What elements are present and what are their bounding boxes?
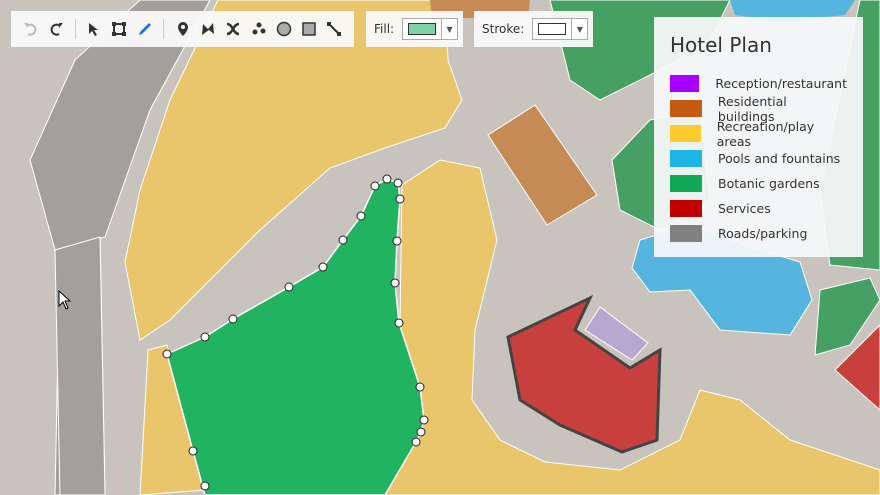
connector-icon	[327, 22, 342, 36]
stroke-label: Stroke:	[482, 22, 525, 36]
transform-tool[interactable]	[108, 16, 131, 42]
select-icon	[89, 23, 99, 36]
chevron-down-icon: ▼	[571, 19, 587, 39]
drawing-toolbar	[11, 11, 354, 47]
polygon-icon	[202, 23, 214, 35]
legend-item: Residential buildings	[670, 94, 847, 124]
points-tool[interactable]	[247, 16, 270, 42]
fill-label: Fill:	[374, 22, 395, 36]
ellipse-tool[interactable]	[272, 16, 295, 42]
undo-button[interactable]	[19, 16, 42, 42]
stroke-swatch	[538, 23, 567, 35]
split-icon	[227, 22, 240, 36]
rectangle-tool[interactable]	[297, 16, 320, 42]
legend-item: Reception/restaurant	[670, 71, 847, 96]
fill-control: Fill: ▼	[366, 11, 463, 47]
legend-swatch	[670, 200, 702, 217]
split-tool[interactable]	[222, 16, 245, 42]
marker-tool[interactable]	[171, 16, 194, 42]
divider	[74, 19, 76, 39]
rectangle-icon	[302, 22, 316, 36]
legend-label: Services	[718, 201, 771, 216]
legend-label: Recreation/play areas	[716, 118, 815, 149]
stroke-color-picker[interactable]: ▼	[532, 18, 589, 40]
connector-tool[interactable]	[323, 16, 346, 42]
legend-swatch	[670, 100, 702, 117]
transform-icon	[112, 22, 127, 36]
legend-label: Reception/restaurant	[715, 76, 847, 91]
chevron-down-icon: ▼	[441, 19, 457, 39]
legend-label: Pools and fountains	[718, 151, 841, 166]
legend-item: Pools and fountains	[670, 146, 847, 171]
polygon-tool[interactable]	[196, 16, 219, 42]
stroke-control: Stroke: ▼	[474, 11, 593, 47]
legend-item: Botanic gardens	[670, 171, 847, 196]
legend-label: Roads/parking	[718, 226, 808, 241]
undo-icon	[23, 23, 37, 36]
divider	[163, 19, 165, 39]
draw-tool[interactable]	[133, 16, 156, 42]
legend-item: Recreation/play areas	[670, 118, 847, 149]
pencil-icon	[138, 23, 151, 35]
legend-item: Roads/parking	[670, 221, 847, 246]
legend-title: Hotel Plan	[670, 33, 772, 57]
road-area[interactable]	[54, 236, 106, 495]
points-icon	[252, 22, 266, 35]
legend-label: Botanic gardens	[718, 176, 820, 191]
legend-swatch	[670, 175, 702, 192]
fill-swatch	[408, 23, 437, 35]
fill-color-picker[interactable]: ▼	[402, 18, 459, 40]
redo-icon	[50, 23, 63, 36]
redo-button[interactable]	[44, 16, 67, 42]
map-pin-icon	[177, 22, 188, 36]
legend-swatch	[670, 150, 702, 167]
ellipse-icon	[276, 21, 292, 37]
select-tool[interactable]	[82, 16, 105, 42]
legend-swatch	[670, 225, 702, 242]
legend-panel: Hotel Plan Reception/restaurant Resident…	[654, 17, 863, 257]
legend-swatch	[670, 75, 700, 92]
legend-item: Services	[670, 196, 847, 221]
legend-swatch	[670, 125, 701, 142]
